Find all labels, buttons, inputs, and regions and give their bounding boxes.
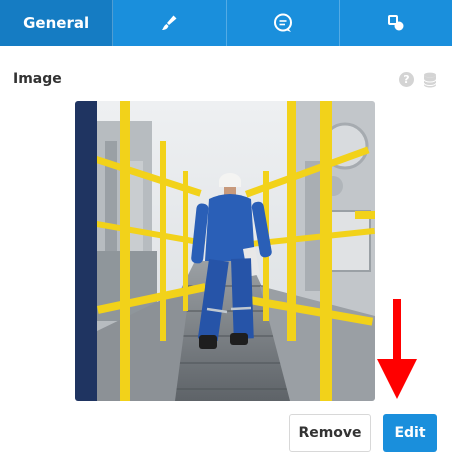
image-preview <box>75 101 375 401</box>
help-icon[interactable]: ? <box>399 72 414 87</box>
edit-button[interactable]: Edit <box>383 414 437 452</box>
chat-icon <box>273 13 292 32</box>
shapes-icon <box>387 15 404 31</box>
worker-on-walkway-photo <box>75 101 375 401</box>
database-icon[interactable] <box>423 72 437 88</box>
tab-general[interactable]: General <box>0 0 114 46</box>
tab-bar: General <box>0 0 452 46</box>
section-title: Image <box>13 71 62 87</box>
tab-style[interactable] <box>113 0 227 46</box>
tab-comments[interactable] <box>227 0 340 46</box>
tab-general-label: General <box>23 14 90 32</box>
brush-icon <box>162 15 177 30</box>
remove-button[interactable]: Remove <box>289 414 371 452</box>
red-arrow-annotation <box>377 299 417 399</box>
tab-shapes[interactable] <box>340 0 452 46</box>
